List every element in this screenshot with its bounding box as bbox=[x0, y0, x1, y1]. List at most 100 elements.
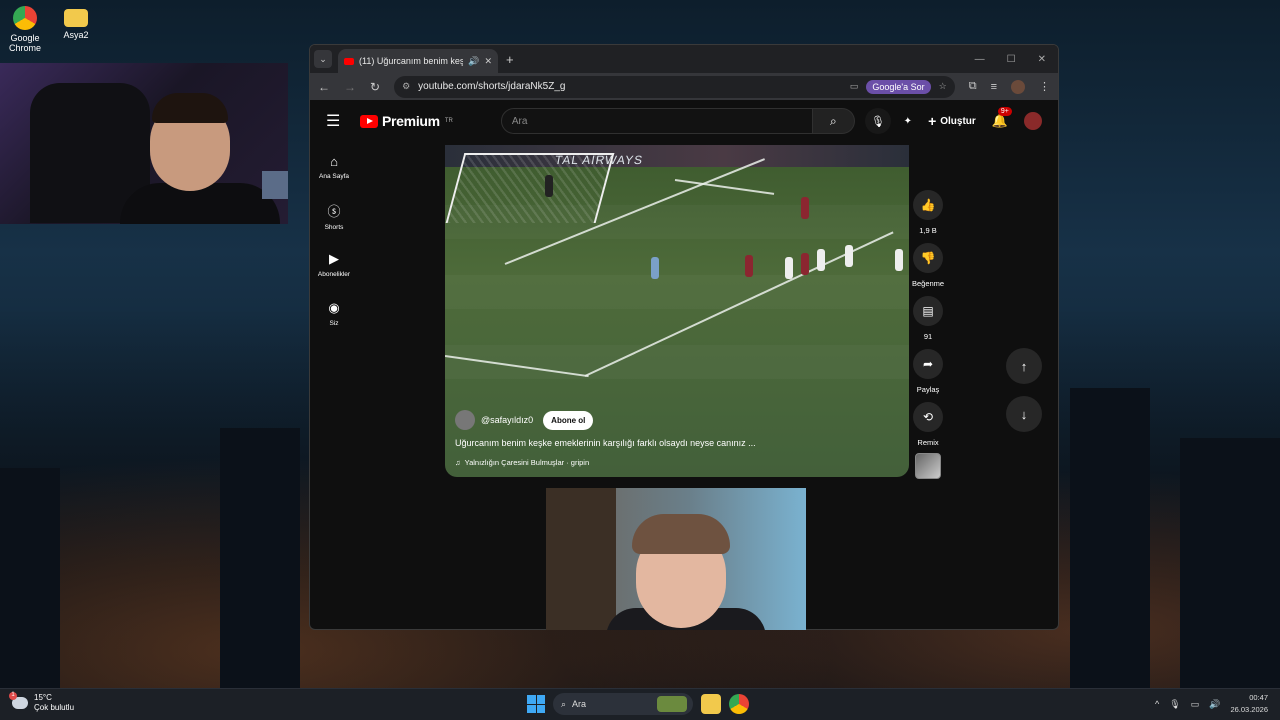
cloud-icon: 1 bbox=[9, 692, 28, 709]
back-arrow-icon[interactable]: ← bbox=[318, 80, 330, 94]
new-tab-button[interactable]: + bbox=[506, 52, 514, 67]
speaker-icon[interactable]: 🔊 bbox=[468, 56, 479, 67]
taskbar-apps: ⌕ Ara bbox=[527, 693, 749, 715]
channel-avatar[interactable] bbox=[455, 410, 475, 430]
wall-sign bbox=[262, 171, 288, 199]
microphone-icon[interactable]: 🎙 bbox=[864, 108, 891, 134]
notification-badge: 9+ bbox=[997, 107, 1012, 116]
tab-search-button[interactable]: ⌄ bbox=[314, 50, 332, 68]
player-figure bbox=[745, 255, 753, 277]
maximize-icon[interactable]: ☐ bbox=[1007, 54, 1016, 65]
person-hair bbox=[632, 514, 730, 554]
profile-avatar[interactable] bbox=[1011, 79, 1025, 94]
shorts-icon: ⓢ bbox=[327, 203, 341, 219]
weather-temp: 15°C bbox=[34, 693, 52, 702]
guide-item-subscriptions[interactable]: ▶ Abonelikler bbox=[310, 240, 358, 289]
clock[interactable]: 00:47 26.03.2026 bbox=[1230, 692, 1268, 716]
channel-row: @safayıldız0 Abone ol bbox=[455, 410, 899, 430]
logo-text: Premium bbox=[382, 113, 440, 129]
comment-icon[interactable]: ▤ bbox=[913, 296, 944, 326]
install-icon[interactable]: ▭ bbox=[850, 81, 859, 92]
extensions-icon[interactable]: ⧉ bbox=[969, 80, 977, 93]
comment-action[interactable]: ▤ 91 bbox=[913, 296, 944, 341]
taskbar-search[interactable]: ⌕ Ara bbox=[553, 693, 693, 715]
desktop-icon-asya2[interactable]: Asya2 bbox=[46, 6, 106, 40]
shorts-video-player[interactable]: TAL AIRWAYS @safayıldız0 Abone ol Uğurca… bbox=[445, 145, 909, 477]
like-icon[interactable]: 👍 bbox=[913, 190, 944, 220]
mini-guide: ⌂ Ana Sayfa ⓢ Shorts ▶ Abonelikler ◉ Siz bbox=[310, 142, 358, 338]
guide-label: Siz bbox=[329, 320, 339, 327]
chevron-up-icon[interactable]: ^ bbox=[1155, 699, 1159, 709]
music-row[interactable]: ♫ Yalnızlığın Çaresini Bulmuşlar · gripi… bbox=[455, 458, 899, 467]
folder-icon bbox=[64, 9, 88, 27]
clock-time: 00:47 bbox=[1249, 693, 1268, 702]
dislike-icon[interactable]: 👎 bbox=[913, 243, 944, 273]
arrow-down-icon[interactable]: ↓ bbox=[1006, 396, 1042, 432]
chrome-icon[interactable] bbox=[729, 694, 749, 714]
account-avatar[interactable] bbox=[1024, 112, 1042, 130]
channel-name[interactable]: @safayıldız0 bbox=[481, 415, 533, 425]
windows-start-icon[interactable] bbox=[527, 695, 545, 713]
weather-widget[interactable]: 1 15°C Çok bulutlu bbox=[9, 692, 74, 713]
tab-title: (11) Uğurcanım benim keşk bbox=[359, 56, 464, 66]
header-actions: ✦ + Oluştur 🔔 9+ bbox=[904, 107, 1042, 130]
video-caption[interactable]: Uğurcanım benim keşke emeklerinin karşıl… bbox=[455, 438, 899, 448]
guide-item-shorts[interactable]: ⓢ Shorts bbox=[310, 191, 358, 240]
microphone-icon[interactable]: 🎙 bbox=[1169, 699, 1180, 710]
arrow-up-icon[interactable]: ↑ bbox=[1006, 348, 1042, 384]
search-icon[interactable]: ⌕ bbox=[812, 108, 855, 134]
player-figure bbox=[801, 253, 809, 275]
share-icon[interactable]: ➦ bbox=[913, 349, 944, 379]
remix-label: Remix bbox=[917, 438, 939, 447]
youtube-logo[interactable]: Premium TR bbox=[360, 113, 453, 129]
ai-sparkle-icon[interactable]: ✦ bbox=[904, 116, 912, 127]
minimize-icon[interactable]: — bbox=[975, 54, 985, 65]
address-bar[interactable]: ⚙ youtube.com/shorts/jdaraNk5Z_g ▭ Googl… bbox=[394, 75, 955, 98]
file-explorer-icon[interactable] bbox=[701, 694, 721, 714]
subscriptions-icon: ▶ bbox=[329, 251, 339, 266]
reload-icon[interactable]: ↻ bbox=[370, 80, 380, 94]
forward-arrow-icon[interactable]: → bbox=[344, 80, 356, 94]
player-figure bbox=[845, 245, 853, 267]
google-ask-button[interactable]: Google'a Sor bbox=[866, 79, 931, 94]
guide-item-you[interactable]: ◉ Siz bbox=[310, 289, 358, 338]
tab-youtube[interactable]: (11) Uğurcanım benim keşk 🔊 ✕ bbox=[338, 49, 498, 73]
site-info-icon[interactable]: ⚙ bbox=[402, 81, 410, 92]
webcam-overlay-reactor bbox=[546, 488, 806, 630]
menu-kebab-icon[interactable]: ⋮ bbox=[1039, 80, 1050, 93]
search-icon: ⌕ bbox=[561, 698, 567, 709]
clock-date: 26.03.2026 bbox=[1230, 705, 1268, 714]
weather-badge: 1 bbox=[9, 692, 17, 700]
remix-action[interactable]: ⟲ Remix bbox=[913, 402, 944, 447]
url-text[interactable]: youtube.com/shorts/jdaraNk5Z_g bbox=[418, 81, 842, 92]
remix-icon[interactable]: ⟲ bbox=[913, 402, 944, 432]
like-count: 1,9 B bbox=[919, 226, 937, 235]
building bbox=[1180, 438, 1280, 688]
goal-net bbox=[445, 153, 615, 223]
like-action[interactable]: 👍 1,9 B bbox=[913, 190, 944, 235]
notifications-bell-icon[interactable]: 🔔 9+ bbox=[992, 107, 1012, 129]
share-action[interactable]: ➦ Paylaş bbox=[913, 349, 944, 394]
dislike-action[interactable]: 👎 Beğenme bbox=[912, 243, 944, 288]
search-input[interactable]: Ara bbox=[500, 108, 813, 134]
close-icon[interactable]: ✕ bbox=[484, 56, 492, 67]
shelf bbox=[546, 488, 616, 630]
window-controls: — ☐ ✕ bbox=[975, 54, 1058, 65]
bookmark-star-icon[interactable]: ☆ bbox=[939, 81, 947, 92]
sound-thumbnail[interactable] bbox=[915, 453, 942, 479]
create-button[interactable]: + Oluştur bbox=[928, 113, 976, 129]
guide-label: Abonelikler bbox=[317, 271, 351, 278]
player-figure bbox=[801, 197, 809, 219]
window-close-icon[interactable]: ✕ bbox=[1038, 54, 1046, 65]
person-hair bbox=[152, 93, 228, 123]
guide-item-home[interactable]: ⌂ Ana Sayfa bbox=[310, 142, 358, 191]
hamburger-menu-icon[interactable]: ☰ bbox=[326, 111, 346, 131]
media-control-icon[interactable]: ≡ bbox=[991, 81, 997, 93]
video-info: @safayıldız0 Abone ol Uğurcanım benim ke… bbox=[455, 410, 899, 467]
player-figure bbox=[785, 257, 793, 279]
network-icon[interactable]: ▭ bbox=[1191, 699, 1200, 710]
volume-icon[interactable]: 🔊 bbox=[1209, 699, 1220, 710]
player-figure bbox=[895, 249, 903, 271]
region-code: TR bbox=[444, 118, 453, 124]
subscribe-button[interactable]: Abone ol bbox=[543, 410, 594, 430]
